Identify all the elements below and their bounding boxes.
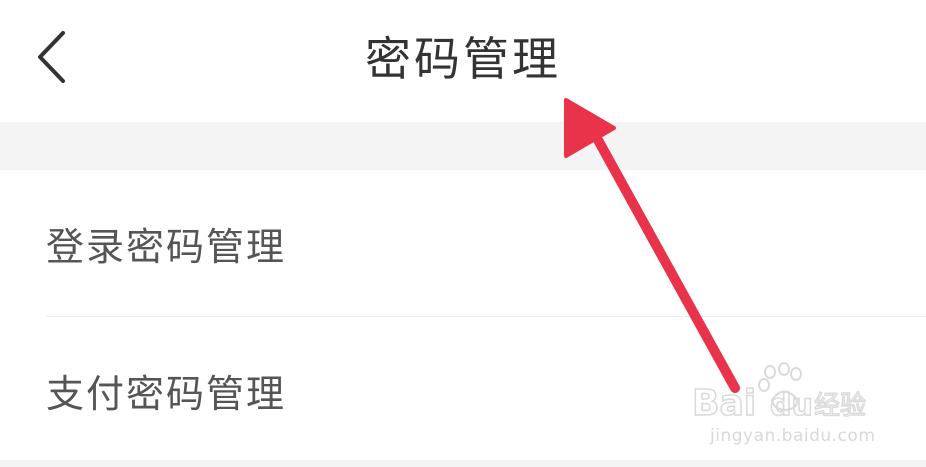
baidu-jingyan-watermark: Bai du 经验 jingyan.baidu.com <box>688 360 878 455</box>
watermark-url: jingyan.baidu.com <box>710 426 876 446</box>
login-password-label: 登录密码管理 <box>46 224 287 269</box>
svg-text:经验: 经验 <box>814 391 866 421</box>
nav-bar: 密码管理 <box>0 0 926 122</box>
page-title: 密码管理 <box>365 32 561 86</box>
baidu-jingyan-logo: Bai du 经验 <box>691 362 867 425</box>
login-password-item[interactable]: 登录密码管理 <box>0 170 926 316</box>
bottom-gap <box>0 460 926 467</box>
svg-text:du: du <box>770 388 813 423</box>
payment-password-label: 支付密码管理 <box>46 371 287 416</box>
password-management-screen: 密码管理 登录密码管理 支付密码管理 Bai du 经验 jingyan.bai… <box>0 0 926 467</box>
svg-text:Bai: Bai <box>692 383 756 424</box>
section-divider <box>0 122 926 170</box>
